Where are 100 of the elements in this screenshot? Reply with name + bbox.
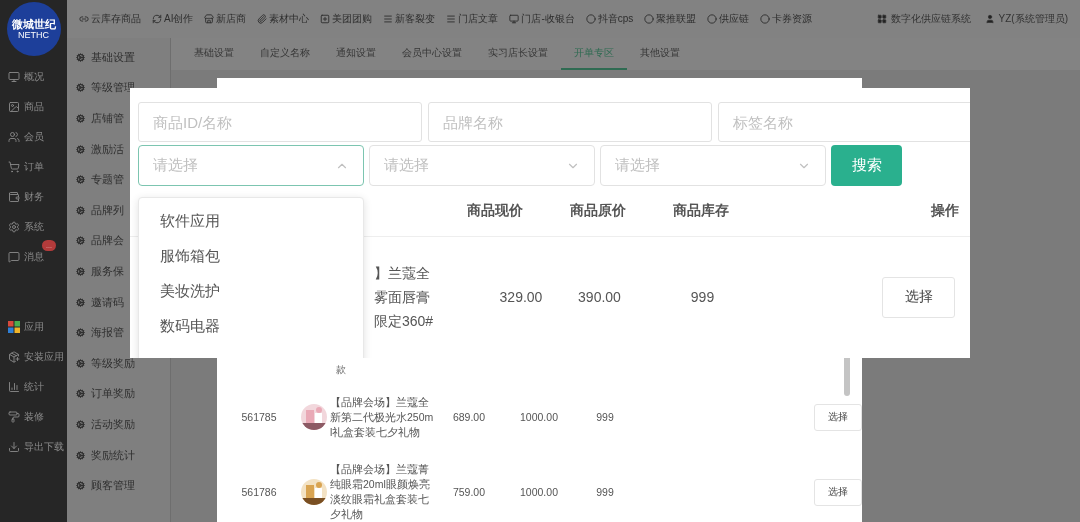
dropdown-option[interactable]: 服饰箱包 [139,239,363,274]
tab[interactable]: 实习店长设置 [475,38,561,70]
plus-square-icon [320,14,331,24]
table-cell-text: 1000.00 [519,411,559,423]
search-field[interactable]: 商品ID/名称 [138,102,422,142]
submenu-item[interactable]: 订单奖励 [67,378,170,410]
search-field[interactable]: 品牌名称 [428,102,712,142]
circle-icon [644,14,655,24]
nav-item[interactable]: 卡券资源 [760,12,813,26]
store-icon [204,14,215,24]
submenu-item[interactable]: 顾客管理 [67,470,170,501]
column-header: 商品现价 [466,202,525,220]
paperclip-icon [257,14,268,24]
table-cell-text: 999 [689,289,716,305]
sidebar-item[interactable]: 统计 [0,372,67,402]
app-grid-icon [8,321,20,333]
submenu-item[interactable]: 奖励统计 [67,439,170,471]
dropdown-option[interactable]: 数码电器 [139,309,363,344]
paint-roller-icon [8,411,20,423]
gear-icon [76,419,85,429]
table-cell-text: 999 [595,411,615,423]
gear-icon [76,144,85,154]
product-name: 【品牌会场】兰蔻菁纯眼霜20ml眼颜焕亮淡纹眼霜礼盒套装七夕礼物 [330,462,431,522]
product-name: 【品牌会场】兰蔻全新第二代极光水250ml礼盒套装七夕礼物 [330,394,434,440]
gear-icon [76,266,85,276]
chart-icon [8,381,20,393]
dropdown-option[interactable]: 软件应用 [139,204,363,239]
table-cell-text: 390.00 [577,289,622,305]
select-field[interactable]: 请选择 [369,145,595,186]
tab[interactable]: 自定义名称 [247,38,323,70]
nav-item[interactable]: 新客裂变 [383,12,436,26]
wallet-icon [8,191,20,203]
sidebar-item[interactable]: 安装应用 [0,342,67,372]
sidebar-item[interactable]: 导出下载 [0,432,67,462]
gear-icon [76,328,85,338]
logo: 微城世纪 NETHC [6,2,61,56]
sidebar-item[interactable]: 应用 [0,312,67,342]
circle-icon [707,14,718,24]
select-field[interactable]: 请选择 [138,145,364,186]
product-name: 】兰蔻全 雾面唇膏 限定360# [374,264,435,331]
table-cell-text: 1000.00 [519,486,559,498]
tab[interactable]: 会员中心设置 [389,38,475,70]
table-cell-text: 759.00 [451,486,487,498]
gear-icon [76,175,85,185]
column-header: 商品原价 [569,202,628,220]
submenu-item[interactable]: 等级奖励 [67,347,170,379]
nav-item[interactable]: 抖音cps [585,12,634,26]
tab[interactable]: 其他设置 [627,38,693,70]
user-menu[interactable]: YZ(系统管理员) [984,12,1068,26]
dropdown-option[interactable]: 美妆洗护 [139,274,363,309]
refresh-icon [152,14,162,24]
menu-icon [383,14,394,24]
gear-icon [76,358,85,368]
tab[interactable]: 基础设置 [181,38,247,70]
message-icon [8,251,20,263]
search-field[interactable]: 标签名称 [718,102,970,142]
sidebar-item[interactable]: 装修 [0,402,67,432]
nav-item[interactable]: 门店-收银台 [509,12,575,26]
gear-icon [76,389,85,399]
table-cell-text: 561786 [240,486,278,498]
table-cell-text: 689.00 [451,411,487,423]
sidebar-item[interactable]: 财务 [0,182,67,212]
select-button[interactable]: 选择 [882,276,955,318]
menu-icon [446,14,457,24]
select-field[interactable]: 请选择 [600,145,826,186]
settings-icon [8,221,20,233]
gear-icon [76,236,85,246]
sidebar-item[interactable]: 订单 [0,152,67,182]
nav-item[interactable]: 门店文章 [446,12,499,26]
sidebar-item[interactable]: 会员 [0,122,67,152]
sidebar-item[interactable]: 商品 [0,92,67,122]
sidebar-item[interactable]: 概况 [0,62,67,92]
tab[interactable]: 通知设置 [323,38,389,70]
select-button[interactable]: 选择 [814,403,862,431]
select-button[interactable]: 选择 [814,478,862,506]
user-icon [984,14,995,24]
nav-item[interactable]: 美团团购 [320,12,373,26]
gear-icon [76,481,85,491]
image-icon [8,101,20,113]
table-cell-text: 999 [595,486,615,498]
gear-icon [76,114,85,123]
gear-icon [76,83,85,93]
sidebar-item[interactable]: 系统 [0,212,67,242]
table-cell-text: 329.00 [498,289,544,305]
search-button[interactable]: 搜索 [831,145,902,186]
gear-icon [76,52,85,62]
submenu-item[interactable]: 基础设置 [67,42,170,73]
link-icon [79,14,89,24]
nav-item[interactable]: 供应链 [707,12,750,26]
cart-icon [8,161,20,173]
nav-item[interactable]: 聚推联盟 [644,12,697,26]
nav-item[interactable]: AI创作 [152,12,194,26]
users-icon [8,131,20,143]
gear-icon [76,205,85,215]
nav-item[interactable]: 新店商 [204,12,247,26]
nav-item[interactable]: 云库存商品 [79,12,141,26]
submenu-item[interactable]: 活动奖励 [67,409,170,440]
system-link[interactable]: 数字化供应链系统 [876,12,971,26]
gear-icon [76,450,85,460]
nav-item[interactable]: 素材中心 [257,12,310,26]
